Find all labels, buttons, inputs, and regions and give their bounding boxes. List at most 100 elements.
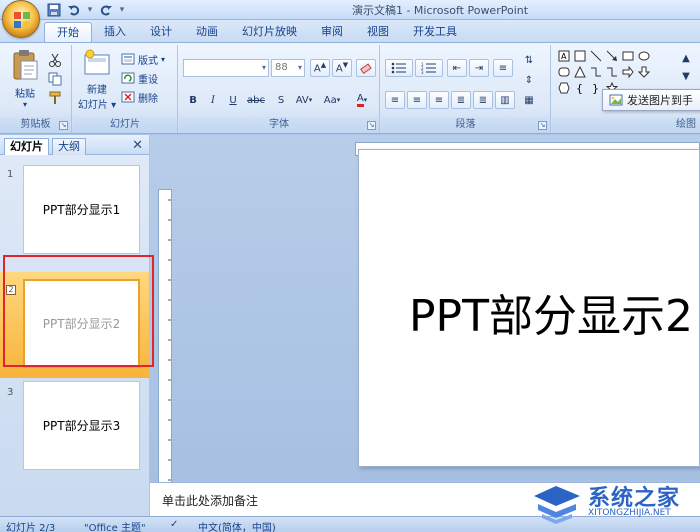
triangle-shape-icon[interactable] xyxy=(573,65,587,79)
elbow-arrow-shape-icon[interactable] xyxy=(605,65,619,79)
watermark-logo-icon xyxy=(534,486,580,524)
tab-insert[interactable]: 插入 xyxy=(92,22,138,42)
font-size-dropdown-icon[interactable]: ▾ xyxy=(298,63,302,72)
justify-icon[interactable]: ≣ xyxy=(451,91,471,109)
clipboard-dialog-launcher[interactable]: ↘ xyxy=(59,121,68,130)
strikethrough-icon[interactable]: abc xyxy=(243,91,269,109)
spellcheck-icon[interactable]: ✓ xyxy=(170,519,178,530)
italic-icon[interactable]: I xyxy=(203,91,223,109)
rounded-rect-shape-icon[interactable] xyxy=(557,65,571,79)
delete-slide-button[interactable]: 删除 xyxy=(121,88,158,106)
new-slide-button[interactable]: 新建 幻灯片 ▾ xyxy=(77,49,117,111)
office-button[interactable] xyxy=(2,0,40,38)
layout-button[interactable]: 版式 ▾ xyxy=(121,50,165,68)
paste-dropdown-icon[interactable]: ▾ xyxy=(23,100,27,109)
change-case-icon[interactable]: Aa ▾ xyxy=(319,91,345,109)
grow-font-button[interactable]: A▲ xyxy=(310,59,330,77)
vertical-textbox-shape-icon[interactable] xyxy=(573,49,587,63)
delete-label: 删除 xyxy=(138,93,158,105)
paragraph-dialog-launcher[interactable]: ↘ xyxy=(538,121,547,130)
slide-thumbnail-3[interactable]: PPT部分显示3 xyxy=(23,381,140,470)
grow-font-icon: A▲ xyxy=(313,61,327,75)
shapes-scroll-up-icon[interactable]: ▲ xyxy=(676,49,696,67)
paste-button[interactable]: 粘贴 ▾ xyxy=(8,49,42,109)
character-spacing-icon[interactable]: AV ▾ xyxy=(291,91,317,109)
copy-icon xyxy=(48,72,62,86)
rectangle-shape-icon[interactable] xyxy=(621,49,635,63)
close-panel-icon[interactable]: ✕ xyxy=(132,139,143,152)
status-theme: "Office 主题" xyxy=(84,523,146,532)
current-slide[interactable]: PPT部分显示2 xyxy=(358,149,700,467)
shadow-icon[interactable]: S xyxy=(271,91,291,109)
clear-formatting-button[interactable] xyxy=(356,59,376,77)
line-shape-icon[interactable] xyxy=(589,49,603,63)
bullets-icon[interactable] xyxy=(385,59,413,77)
tab-outline[interactable]: 大纲 xyxy=(52,138,86,155)
tab-review[interactable]: 审阅 xyxy=(309,22,355,42)
tab-slideshow[interactable]: 幻灯片放映 xyxy=(230,22,309,42)
left-brace-shape-icon[interactable]: { xyxy=(573,81,587,95)
arrow-shape-icon[interactable] xyxy=(605,49,619,63)
right-arrow-shape-icon[interactable] xyxy=(621,65,635,79)
tab-design[interactable]: 设计 xyxy=(138,22,184,42)
decrease-indent-icon[interactable]: ⇤ xyxy=(447,59,467,77)
down-arrow-shape-icon[interactable] xyxy=(637,65,651,79)
oval-shape-icon[interactable] xyxy=(637,49,651,63)
shapes-scroll-down-icon[interactable]: ▼ xyxy=(676,67,696,85)
tab-view[interactable]: 视图 xyxy=(355,22,401,42)
reset-icon xyxy=(121,72,135,84)
font-size-combo[interactable]: 88 ▾ xyxy=(271,59,305,77)
reset-button[interactable]: 重设 xyxy=(121,69,158,87)
font-name-dropdown-icon[interactable]: ▾ xyxy=(262,63,266,72)
new-slide-icon xyxy=(84,49,110,75)
send-picture-icon xyxy=(609,94,623,106)
shrink-font-button[interactable]: A▼ xyxy=(332,59,352,77)
reset-label: 重设 xyxy=(138,74,158,86)
numbering-icon[interactable]: 123 xyxy=(415,59,443,77)
paste-icon xyxy=(13,50,38,80)
copy-button[interactable] xyxy=(48,70,62,88)
tab-slides[interactable]: 幻灯片 xyxy=(4,138,49,155)
tab-developer[interactable]: 开发工具 xyxy=(401,22,469,42)
distributed-icon[interactable]: ≣ xyxy=(473,91,493,109)
textbox-shape-icon[interactable]: A xyxy=(557,49,571,63)
notes-placeholder: 单击此处添加备注 xyxy=(162,494,259,508)
slide-number-1: 1 xyxy=(7,169,14,180)
svg-text:}: } xyxy=(592,82,599,94)
slide-title-text[interactable]: PPT部分显示2 xyxy=(409,280,693,344)
font-color-icon[interactable]: A ▾ xyxy=(349,91,375,109)
slide-thumbnail-1-text: PPT部分显示1 xyxy=(42,203,121,217)
cut-button[interactable] xyxy=(48,51,62,69)
text-direction-icon[interactable]: ⇅ xyxy=(519,51,539,69)
columns-icon[interactable]: ▥ xyxy=(495,91,515,109)
smartart-icon[interactable]: ▦ xyxy=(519,91,539,109)
font-name-combo[interactable]: ▾ xyxy=(183,59,269,77)
bold-icon[interactable]: B xyxy=(183,91,203,109)
right-brace-shape-icon[interactable]: } xyxy=(589,81,603,95)
delete-slide-icon xyxy=(121,91,135,103)
align-left-icon[interactable]: ≡ xyxy=(385,91,405,109)
new-slide-label-2: 幻灯片 ▾ xyxy=(77,100,117,111)
line-spacing-icon[interactable]: ≡ xyxy=(493,59,513,77)
hexagon-shape-icon[interactable] xyxy=(557,81,571,95)
slide-thumbnail-1[interactable]: PPT部分显示1 xyxy=(23,165,140,254)
slides-group: 新建 幻灯片 ▾ 版式 ▾ 重设 删除 幻灯片 xyxy=(73,45,178,133)
slide-editing-area: PPT部分显示2 xyxy=(150,135,700,483)
title-bar: ▾ ▾ 演示文稿1 - Microsoft PowerPoint xyxy=(0,0,700,20)
send-picture-tooltip[interactable]: 发送图片到手 xyxy=(602,89,700,111)
layout-label: 版式 xyxy=(138,55,158,67)
new-slide-label-1: 新建 xyxy=(87,85,107,96)
font-dialog-launcher[interactable]: ↘ xyxy=(367,121,376,130)
paragraph-group: 123 ⇤ ⇥ ≡ ⇅ ⇕ ▦ ≡ ≡ ≡ ≣ ≣ ▥ 段落 ↘ xyxy=(381,45,551,133)
ribbon-tabs: 开始 插入 设计 动画 幻灯片放映 审阅 视图 开发工具 xyxy=(44,22,469,42)
tab-animations[interactable]: 动画 xyxy=(184,22,230,42)
tab-home[interactable]: 开始 xyxy=(44,22,92,42)
increase-indent-icon[interactable]: ⇥ xyxy=(469,59,489,77)
align-right-icon[interactable]: ≡ xyxy=(429,91,449,109)
elbow-connector-shape-icon[interactable] xyxy=(589,65,603,79)
format-painter-button[interactable] xyxy=(48,89,62,107)
align-center-icon[interactable]: ≡ xyxy=(407,91,427,109)
align-text-icon[interactable]: ⇕ xyxy=(519,71,539,89)
underline-icon[interactable]: U xyxy=(223,91,243,109)
new-slide-label-2-text: 幻灯片 xyxy=(77,100,108,111)
